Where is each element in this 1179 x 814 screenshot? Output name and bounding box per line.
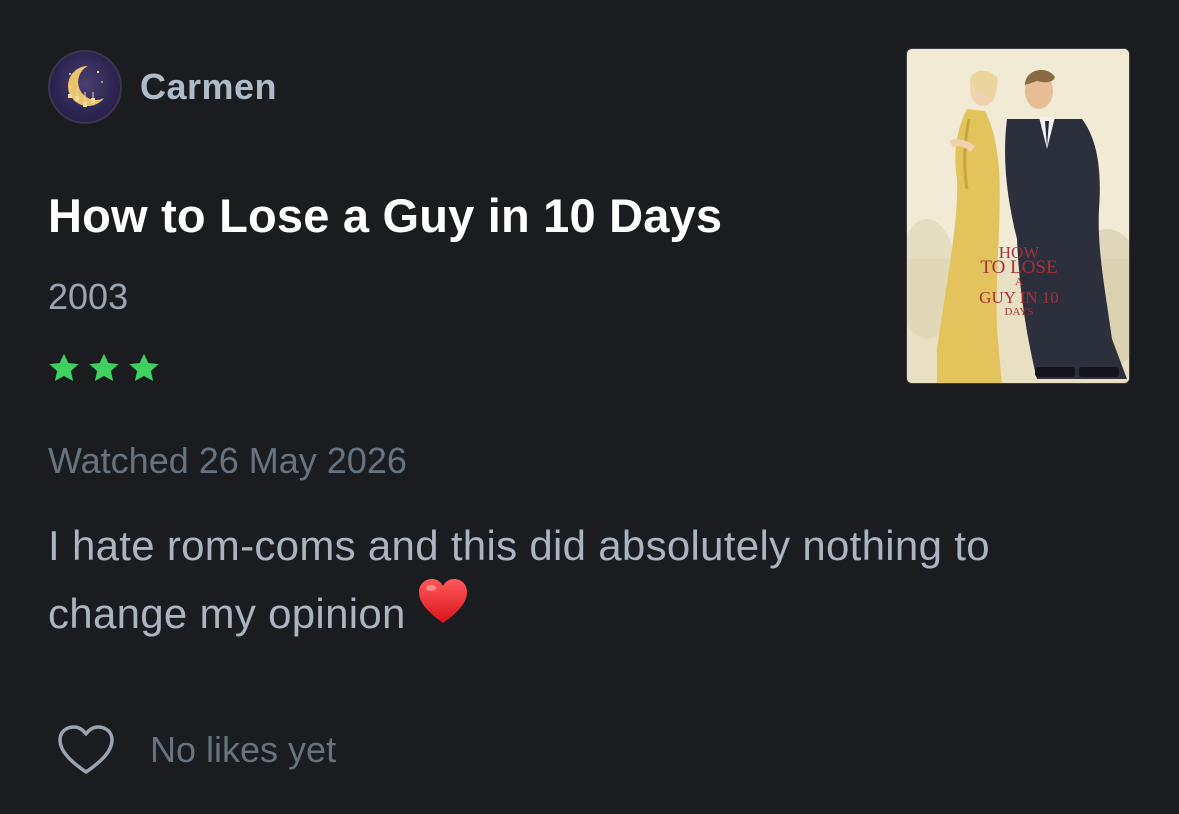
review-card: Carmen How to Lose a Guy in 10 Days 2003…	[0, 0, 1179, 814]
star-icon	[49, 353, 79, 382]
film-year[interactable]: 2003	[48, 276, 128, 318]
review-body: I hate rom-coms and this did absolutely …	[48, 522, 990, 637]
avatar[interactable]	[48, 50, 122, 124]
moon-avatar-icon	[67, 66, 104, 107]
red-heart-emoji	[416, 576, 470, 646]
likes-count: No likes yet	[150, 729, 337, 770]
film-poster[interactable]: HOW TO LOSE A GUY IN 10 DAYS	[906, 48, 1130, 384]
star-icon	[89, 353, 119, 382]
poster-title: HOW TO LOSE A GUY IN 10 DAYS	[979, 243, 1059, 318]
review-text: I hate rom-coms and this did absolutely …	[48, 512, 1108, 652]
film-title[interactable]: How to Lose a Guy in 10 Days	[48, 188, 722, 243]
watched-date: Watched 26 May 2026	[48, 440, 407, 481]
author-row[interactable]: Carmen	[48, 50, 277, 124]
poster-artwork	[907, 49, 1129, 383]
likes-row[interactable]: No likes yet	[56, 724, 336, 776]
star-icon	[129, 353, 159, 382]
author-name[interactable]: Carmen	[140, 66, 277, 108]
heart-outline-icon[interactable]	[56, 724, 116, 776]
star-rating	[46, 350, 162, 386]
